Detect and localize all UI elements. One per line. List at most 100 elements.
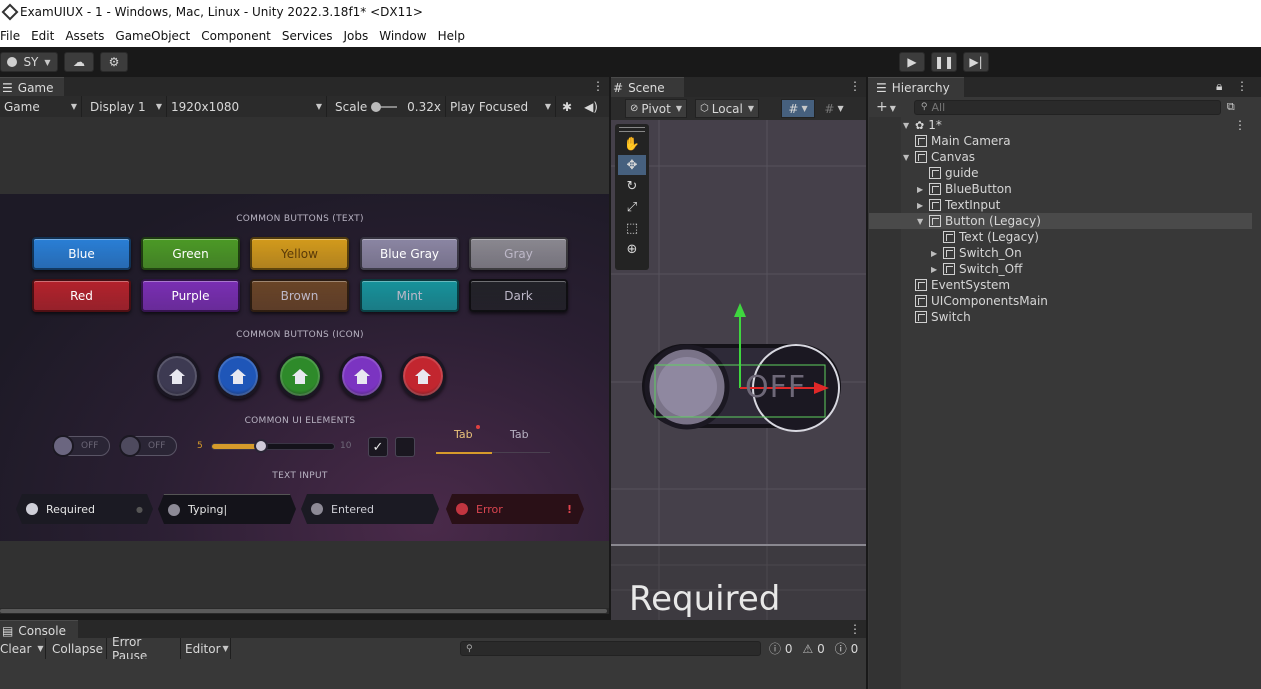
tab-game[interactable]: ☰ Game — [0, 77, 64, 97]
expand-arrow-icon[interactable]: ▶ — [931, 249, 943, 258]
clear-dropdown[interactable]: Clear ▼ — [0, 638, 46, 659]
panel-divider[interactable] — [866, 77, 868, 689]
input-entered[interactable]: Entered — [301, 494, 439, 524]
rotate-tool[interactable]: ↻ — [618, 176, 646, 196]
scale-slider[interactable] — [371, 101, 398, 112]
value-slider[interactable] — [211, 439, 335, 453]
expand-arrow-icon[interactable]: ▼ — [903, 121, 915, 130]
button-mint[interactable]: Mint — [360, 279, 459, 312]
expand-arrow-icon[interactable]: ▼ — [917, 217, 929, 226]
tab-scene[interactable]: # Scene — [611, 77, 684, 97]
increment-snap-toggle[interactable]: # ▼ — [819, 99, 849, 118]
grid-snap-toggle[interactable]: # ▼ — [781, 99, 816, 118]
button-gray[interactable]: Gray — [469, 237, 568, 270]
menu-item-help[interactable]: Help — [433, 29, 471, 43]
menu-item-file[interactable]: File — [0, 29, 26, 43]
expand-arrow-icon[interactable]: ▶ — [931, 265, 943, 274]
collapse-toggle[interactable]: Collapse — [46, 638, 107, 659]
hierarchy-search-input[interactable] — [931, 100, 1182, 114]
resolution-dropdown[interactable]: 1920x1080 ▼ — [167, 96, 327, 117]
pause-button[interactable]: ❚❚ — [931, 52, 957, 72]
warning-count-toggle[interactable]: ⚠ 0 — [802, 642, 824, 656]
hierarchy-item-switch[interactable]: Switch — [869, 309, 1252, 325]
scale-tool[interactable]: ⤢ — [618, 197, 646, 217]
hierarchy-search[interactable]: ⚲ — [913, 99, 1221, 115]
button-blue[interactable]: Blue — [32, 237, 131, 270]
kebab-menu-icon[interactable]: ⋮ — [1234, 118, 1246, 132]
rect-tool[interactable]: ⬚ — [618, 218, 646, 238]
hierarchy-item-uicomponentsmain[interactable]: UIComponentsMain — [869, 293, 1252, 309]
add-object-button[interactable]: + ▼ — [876, 99, 896, 115]
icon-button-3[interactable] — [277, 353, 323, 399]
expand-arrow-icon[interactable]: ▶ — [917, 185, 929, 194]
kebab-menu-icon[interactable]: ⋮ — [849, 79, 861, 93]
button-yellow[interactable]: Yellow — [250, 237, 349, 270]
play-mode-dropdown[interactable]: Play Focused ▼ — [446, 96, 556, 117]
slider-knob[interactable] — [253, 439, 268, 453]
input-typing[interactable]: Typing | — [158, 494, 296, 524]
expand-arrow-icon[interactable]: ▶ — [917, 201, 929, 210]
collab-button[interactable]: ⚙ — [100, 52, 128, 72]
hierarchy-item-textinput[interactable]: ▶ TextInput — [869, 197, 1252, 213]
hierarchy-item-bluebutton[interactable]: ▶ BlueButton — [869, 181, 1252, 197]
menu-item-edit[interactable]: Edit — [26, 29, 60, 43]
kebab-menu-icon[interactable]: ⋮ — [592, 79, 604, 93]
overlay-grip[interactable] — [619, 127, 645, 132]
input-required[interactable]: Required ● — [16, 494, 153, 524]
icon-button-4[interactable] — [339, 353, 385, 399]
tab-console[interactable]: ▤ Console — [0, 620, 78, 640]
scale-control[interactable]: Scale 0.32x — [327, 96, 446, 117]
error-count-toggle[interactable]: ⓘ 0 — [835, 640, 858, 657]
checkbox-unchecked[interactable] — [395, 437, 415, 457]
kebab-menu-icon[interactable]: ⋮ — [1236, 79, 1248, 93]
input-error[interactable]: Error ! — [446, 494, 584, 524]
step-button[interactable]: ▶| — [963, 52, 989, 72]
menu-item-services[interactable]: Services — [277, 29, 339, 43]
tab-hierarchy[interactable]: ☰ Hierarchy — [868, 77, 964, 97]
hand-tool[interactable]: ✋ — [618, 134, 646, 154]
cloud-button[interactable]: ☁ — [64, 52, 94, 72]
icon-button-5[interactable] — [400, 353, 446, 399]
log-count-toggle[interactable]: ⓘ 0 — [769, 640, 792, 657]
console-search[interactable]: ⚲ — [460, 641, 761, 656]
hierarchy-item-switch-off[interactable]: ▶ Switch_Off — [869, 261, 1252, 277]
checkbox-checked[interactable]: ✓ — [368, 437, 388, 457]
error-pause-toggle[interactable]: Error Pause — [107, 635, 181, 663]
hierarchy-item-main-camera[interactable]: Main Camera — [869, 133, 1252, 149]
scrollbar-thumb[interactable] — [0, 609, 607, 613]
hierarchy-item-button-legacy[interactable]: ▼ Button (Legacy) — [869, 213, 1252, 229]
search-options-icon[interactable]: ⧉ — [1227, 100, 1235, 114]
console-log-area[interactable] — [0, 659, 866, 689]
kebab-menu-icon[interactable]: ⋮ — [849, 622, 861, 636]
account-dropdown[interactable]: SY ▼ — [0, 52, 58, 72]
button-red[interactable]: Red — [32, 279, 131, 312]
icon-button-2[interactable] — [215, 353, 261, 399]
scene-view[interactable]: OFF Required ✋ ✥ ↻ ⤢ ⬚ ⊕ — [611, 120, 866, 620]
transform-tool[interactable]: ⊕ — [618, 239, 646, 259]
play-button[interactable]: ▶ — [899, 52, 925, 72]
bug-icon[interactable]: ✱ — [562, 100, 572, 114]
menu-item-window[interactable]: Window — [374, 29, 432, 43]
editor-dropdown[interactable]: Editor ▼ — [181, 638, 231, 659]
pivot-dropdown[interactable]: ⊘ Pivot ▼ — [625, 99, 688, 118]
hierarchy-item-guide[interactable]: guide — [869, 165, 1252, 181]
hierarchy-item-canvas[interactable]: ▼ Canvas — [869, 149, 1252, 165]
speaker-icon[interactable]: ◀) — [584, 100, 598, 114]
icon-button-1[interactable] — [154, 353, 200, 399]
menu-item-component[interactable]: Component — [196, 29, 277, 43]
menu-item-gameobject[interactable]: GameObject — [110, 29, 196, 43]
button-green[interactable]: Green — [141, 237, 240, 270]
space-dropdown[interactable]: ⬡ Local ▼ — [695, 99, 760, 118]
tab-inactive[interactable]: Tab — [492, 428, 550, 454]
display-dropdown[interactable]: Display 1 ▼ — [82, 96, 167, 117]
move-tool[interactable]: ✥ — [618, 155, 646, 175]
button-blue-gray[interactable]: Blue Gray — [360, 237, 459, 270]
game-scrollbar[interactable] — [0, 608, 609, 614]
hierarchy-item-eventsystem[interactable]: EventSystem — [869, 277, 1252, 293]
button-dark[interactable]: Dark — [469, 279, 568, 312]
menu-item-assets[interactable]: Assets — [60, 29, 110, 43]
lock-icon[interactable]: 🔒︎ — [1216, 79, 1222, 94]
hierarchy-item-text-legacy[interactable]: Text (Legacy) — [869, 229, 1252, 245]
menu-item-jobs[interactable]: Jobs — [339, 29, 375, 43]
button-brown[interactable]: Brown — [250, 279, 349, 312]
